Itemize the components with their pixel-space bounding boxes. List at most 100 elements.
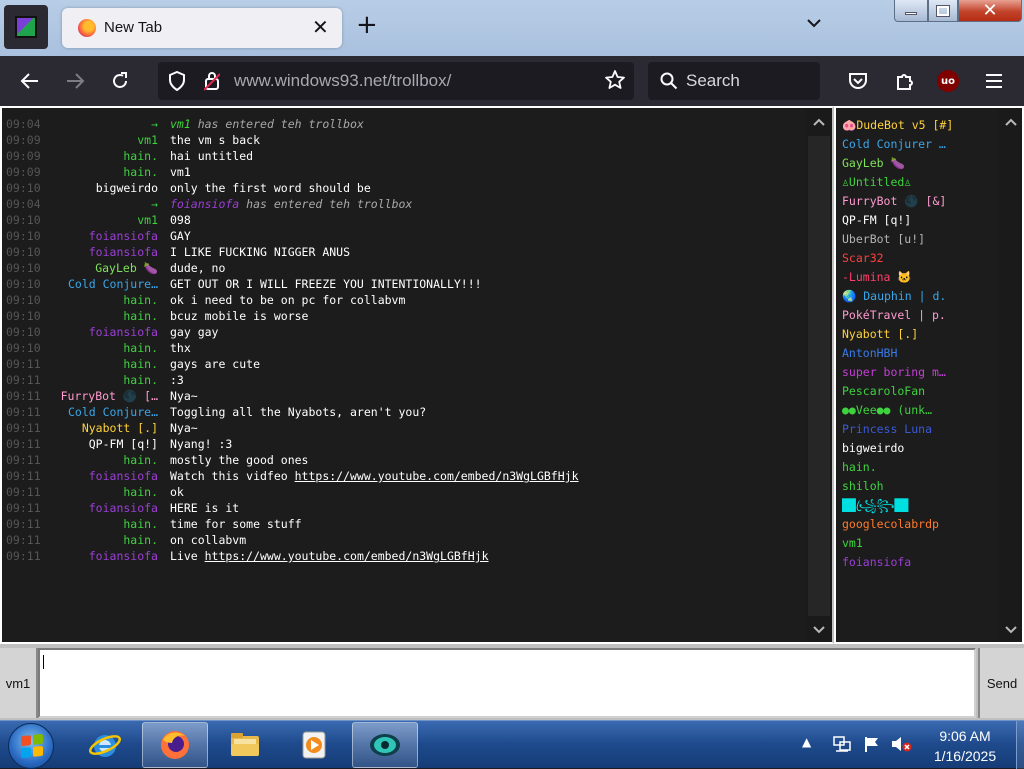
message-nickname[interactable]: foiansiofa (56, 500, 158, 516)
chat-scrollbar[interactable] (806, 108, 832, 642)
message-nickname[interactable]: foiansiofa (56, 548, 158, 564)
user-list-item[interactable]: ●●Vee●● (unk… (842, 401, 1000, 420)
message-nickname[interactable]: hain. (56, 164, 158, 180)
message-nickname[interactable]: Cold Conjure… (56, 276, 158, 292)
firefox-taskbar-icon[interactable] (142, 722, 208, 768)
hamburger-menu-icon[interactable] (982, 69, 1006, 93)
user-list-item[interactable]: UberBot [u!] (842, 230, 1000, 249)
address-bar[interactable]: www.windows93.net/trollbox/ (158, 62, 634, 100)
close-window-button[interactable]: ✕ (958, 0, 1022, 22)
user-list-item[interactable]: vm1 (842, 534, 1000, 553)
message-link[interactable]: https://www.youtube.com/embed/n3WgLGBfHj… (205, 549, 489, 563)
minimize-button[interactable] (894, 0, 928, 22)
user-list-item[interactable]: 🌏 Dauphin | d. (842, 287, 1000, 306)
users-scrollbar[interactable] (998, 108, 1022, 642)
user-list-item[interactable]: super boring m… (842, 363, 1000, 382)
message-nickname[interactable]: foiansiofa (56, 468, 158, 484)
message-nickname[interactable]: hain. (56, 484, 158, 500)
message-nickname[interactable]: Nyabott [.] (56, 420, 158, 436)
chat-messages-pane[interactable]: 09:04 → vm1 has entered teh trollbox 09:09 v… (0, 106, 834, 644)
message-nickname[interactable]: hain. (56, 452, 158, 468)
user-list-item[interactable]: -Lumina 🐱 (842, 268, 1000, 287)
scroll-down-icon[interactable] (998, 618, 1022, 642)
message-nickname[interactable]: vm1 (56, 212, 158, 228)
message-nickname[interactable]: vm1 (56, 132, 158, 148)
message-nickname[interactable]: QP-FM [q!] (56, 436, 158, 452)
user-list-item[interactable]: Princess Luna (842, 420, 1000, 439)
show-desktop-button[interactable] (1016, 721, 1024, 769)
back-button[interactable] (15, 66, 45, 96)
scroll-up-icon[interactable] (998, 110, 1022, 134)
forward-button[interactable] (60, 66, 90, 96)
user-list-item[interactable]: foiansiofa (842, 553, 1000, 572)
search-bar[interactable]: Search (648, 62, 820, 100)
start-button[interactable] (8, 723, 54, 769)
file-explorer-taskbar-icon[interactable] (212, 722, 278, 768)
message-nickname[interactable]: hain. (56, 308, 158, 324)
tracking-protection-shield-icon[interactable] (168, 71, 186, 91)
internet-explorer-taskbar-icon[interactable] (72, 722, 138, 768)
url-text[interactable]: www.windows93.net/trollbox/ (234, 71, 451, 91)
message-nickname[interactable]: hain. (56, 292, 158, 308)
message-input[interactable] (38, 648, 976, 718)
show-hidden-icons-icon[interactable]: ▲ (802, 735, 811, 749)
online-users-pane[interactable]: 🐽DudeBot v5 [#] Cold Conjurer … GayLeb 🍆 ♙U… (834, 106, 1024, 644)
message-text: hai untitled (170, 148, 253, 164)
user-list-item[interactable]: googlecolabrdp (842, 515, 1000, 534)
tab-new-tab[interactable]: New Tab ✕ (62, 8, 342, 48)
message-nickname[interactable]: hain. (56, 532, 158, 548)
user-list-item[interactable]: ♙Untitled♙ (842, 173, 1000, 192)
message-nickname[interactable]: hain. (56, 356, 158, 372)
message-nickname[interactable]: foiansiofa (56, 228, 158, 244)
message-nickname[interactable]: foiansiofa (56, 244, 158, 260)
user-list-item[interactable]: FurryBot 🌑 [&] (842, 192, 1000, 211)
collabvm-app-taskbar-icon[interactable] (352, 722, 418, 768)
message-nickname[interactable]: GayLeb 🍆 (56, 260, 158, 276)
network-icon[interactable] (832, 735, 852, 753)
window-menu-icon[interactable] (4, 5, 48, 49)
extensions-puzzle-icon[interactable] (893, 69, 917, 93)
nickname-button[interactable]: vm1 (0, 648, 38, 718)
pocket-icon[interactable] (846, 69, 870, 93)
user-list-item[interactable]: hain. (842, 458, 1000, 477)
volume-muted-icon[interactable] (890, 735, 912, 753)
user-list-item[interactable]: AntonHBH (842, 344, 1000, 363)
user-list-item[interactable]: PescaroloFan (842, 382, 1000, 401)
user-list-item[interactable]: QP-FM [q!] (842, 211, 1000, 230)
bookmark-star-icon[interactable] (604, 69, 626, 91)
user-list-item[interactable]: Cold Conjurer … (842, 135, 1000, 154)
new-tab-button[interactable]: + (356, 12, 378, 38)
message-nickname[interactable]: → (56, 116, 158, 132)
message-nickname[interactable]: hain. (56, 516, 158, 532)
message-nickname[interactable]: → (56, 196, 158, 212)
media-player-taskbar-icon[interactable] (282, 722, 348, 768)
maximize-button[interactable] (928, 0, 958, 22)
scroll-down-icon[interactable] (806, 618, 832, 642)
message-link[interactable]: https://www.youtube.com/embed/n3WgLGBfHj… (295, 469, 579, 483)
user-list-item[interactable]: PokéTravel | p. (842, 306, 1000, 325)
tab-close-icon[interactable]: ✕ (312, 15, 329, 39)
reload-button[interactable] (105, 66, 135, 96)
send-button[interactable]: Send (978, 648, 1024, 718)
insecure-lock-icon[interactable] (204, 71, 220, 91)
action-center-flag-icon[interactable] (862, 735, 882, 753)
message-nickname[interactable]: hain. (56, 340, 158, 356)
message-nickname[interactable]: hain. (56, 372, 158, 388)
user-list-item[interactable]: 🐽DudeBot v5 [#] (842, 116, 1000, 135)
ublock-origin-icon[interactable]: uo (936, 69, 960, 93)
message-nickname[interactable]: bigweirdo (56, 180, 158, 196)
user-list-item[interactable]: Scar32 (842, 249, 1000, 268)
user-list-item[interactable]: GayLeb 🍆 (842, 154, 1000, 173)
message-nickname[interactable]: foiansiofa (56, 324, 158, 340)
message-nickname[interactable]: Cold Conjure… (56, 404, 158, 420)
user-list-item[interactable]: bigweirdo (842, 439, 1000, 458)
message-nickname[interactable]: hain. (56, 148, 158, 164)
chat-scroll-thumb[interactable] (808, 136, 830, 616)
system-clock[interactable]: 9:06 AM 1/16/2025 (920, 726, 1010, 766)
user-list-item[interactable]: ██꧁ꦿ꧂██ (842, 496, 1000, 515)
scroll-up-icon[interactable] (806, 110, 832, 134)
list-all-tabs-icon[interactable] (806, 13, 822, 32)
user-list-item[interactable]: shiloh (842, 477, 1000, 496)
message-nickname[interactable]: FurryBot 🌑 [… (56, 388, 158, 404)
user-list-item[interactable]: Nyabott [.] (842, 325, 1000, 344)
